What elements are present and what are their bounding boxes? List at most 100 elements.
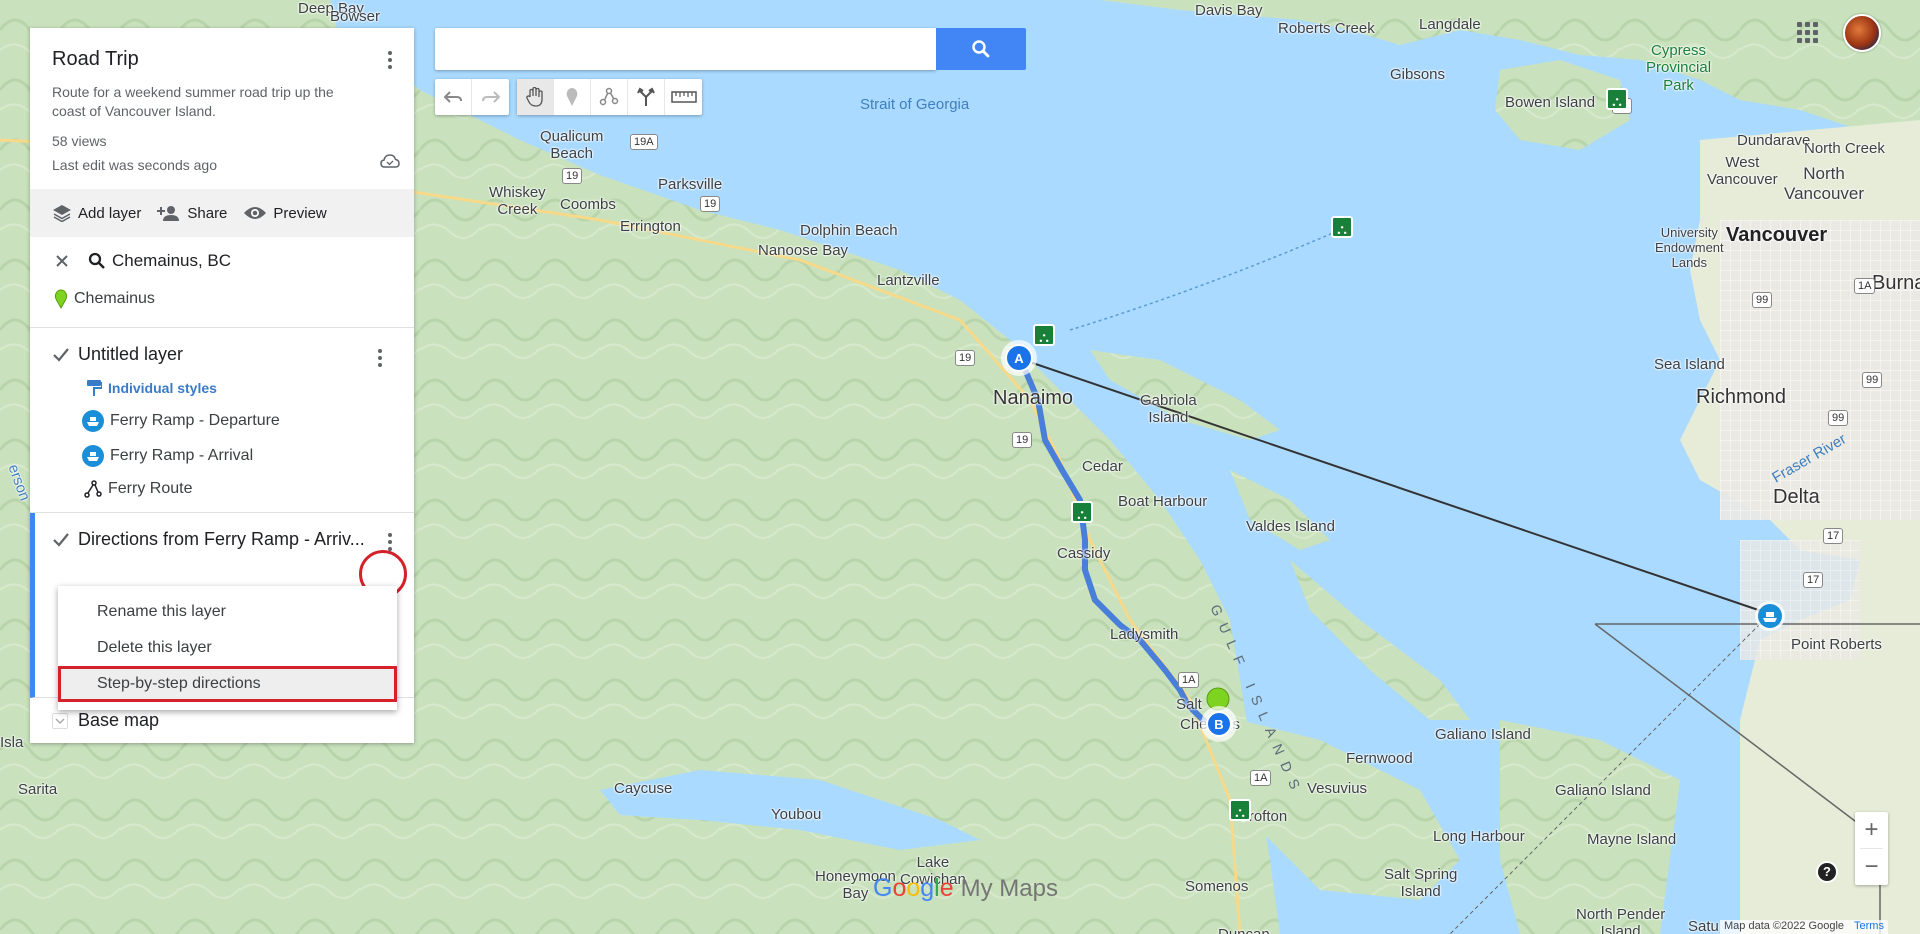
map-search-input[interactable]	[435, 28, 936, 70]
map-label: Fernwood	[1346, 750, 1413, 767]
route-marker-b-icon[interactable]: B	[1199, 686, 1239, 746]
line-route-icon	[84, 480, 102, 498]
map-label: Burna	[1872, 272, 1920, 294]
search-icon	[88, 252, 105, 269]
draw-line-button[interactable]	[591, 79, 628, 115]
map-data-attribution: Map data ©2022 Google	[1724, 920, 1845, 932]
map-label: North Creek	[1804, 140, 1885, 157]
feature-label: Ferry Route	[108, 480, 193, 497]
map-label: Boat Harbour	[1118, 493, 1208, 510]
zoom-controls: + −	[1855, 812, 1888, 885]
map-title[interactable]: Road Trip	[52, 48, 392, 71]
map-label: Sarita	[18, 781, 58, 798]
layer-name[interactable]: Directions from Ferry Ramp - Arriv...	[78, 529, 365, 550]
add-marker-button[interactable]	[554, 79, 591, 115]
checkmark-icon	[53, 532, 69, 547]
google-apps-icon[interactable]	[1795, 20, 1819, 44]
map-header: Road Trip Route for a weekend summer roa…	[30, 28, 414, 189]
highway-shield: 99	[1752, 292, 1773, 308]
measure-button[interactable]	[665, 79, 702, 115]
feature-item[interactable]: Ferry Route	[84, 480, 392, 498]
zoom-in-button[interactable]: +	[1855, 812, 1888, 848]
search-query-text: Chemainus, BC	[112, 251, 232, 270]
highway-shield: 1A	[1250, 770, 1272, 786]
map-toolbar	[435, 79, 710, 115]
close-icon[interactable]	[54, 253, 70, 269]
undo-button[interactable]	[435, 79, 472, 115]
map-views-count: 58 views	[52, 133, 107, 149]
map-label: Galiano Island	[1555, 782, 1651, 799]
add-layer-button[interactable]: Add layer	[52, 204, 141, 222]
draw-line-icon	[599, 87, 619, 106]
zoom-out-button[interactable]: −	[1855, 849, 1888, 885]
map-label: Salt Spring Island	[1384, 866, 1458, 901]
search-icon	[972, 40, 990, 58]
map-label: Gibsons	[1390, 66, 1446, 83]
layer-options-menu-button[interactable]	[368, 346, 392, 370]
action-bar: Add layer Share Preview	[30, 189, 414, 237]
account-avatar[interactable]	[1843, 14, 1881, 52]
add-directions-button[interactable]	[628, 79, 665, 115]
map-options-menu-button[interactable]	[378, 48, 402, 72]
layer-visibility-checkbox[interactable]	[52, 346, 70, 364]
feature-item[interactable]: Ferry Ramp - Departure	[82, 410, 392, 432]
highway-shield: 19A	[630, 134, 658, 150]
feature-item[interactable]: Ferry Ramp - Arrival	[82, 445, 392, 467]
select-hand-button[interactable]	[517, 79, 554, 115]
redo-button[interactable]	[472, 79, 509, 115]
help-button[interactable]: ?	[1816, 861, 1838, 883]
search-result-section: Chemainus, BC Chemainus	[30, 237, 414, 328]
map-label: Caycuse	[614, 780, 673, 797]
map-label: Satu	[1688, 918, 1719, 934]
highway-shield: 99	[1828, 410, 1849, 426]
ruler-icon	[670, 91, 697, 103]
tool-group	[517, 79, 702, 115]
layer-visibility-checkbox[interactable]	[52, 531, 70, 549]
map-label: Bowser	[330, 8, 381, 25]
map-label: Davis Bay	[1195, 2, 1263, 19]
highway-shield: 1A	[1178, 672, 1200, 688]
rename-layer-menu-item[interactable]: Rename this layer	[58, 594, 397, 630]
map-label: Isla	[0, 734, 24, 751]
my-maps-label: My Maps	[960, 875, 1058, 902]
layer-options-menu-button[interactable]	[378, 530, 402, 554]
individual-styles-link[interactable]: Individual styles	[86, 379, 392, 397]
map-label: Valdes Island	[1246, 518, 1335, 535]
map-label: Gabriola Island	[1140, 392, 1197, 427]
layer-name[interactable]: Untitled layer	[78, 344, 183, 365]
last-edit-status: Last edit was seconds ago	[52, 157, 217, 173]
redo-icon	[481, 91, 500, 103]
highway-shield: 1A	[1854, 278, 1876, 294]
map-label: Nanoose Bay	[758, 242, 849, 259]
terms-link[interactable]: Terms	[1854, 920, 1884, 934]
route-marker-a-icon[interactable]: A	[999, 338, 1039, 378]
highway-shield: 17	[1823, 528, 1844, 544]
preview-button[interactable]: Preview	[243, 204, 327, 222]
chevron-down-icon[interactable]	[52, 712, 68, 729]
share-button[interactable]: Share	[157, 205, 227, 222]
highway-shield: 19	[700, 196, 721, 212]
base-map-label: Base map	[78, 710, 160, 730]
paint-roller-icon	[87, 380, 102, 396]
map-label: Nanaimo	[993, 387, 1074, 409]
delete-layer-menu-item[interactable]: Delete this layer	[58, 630, 397, 666]
map-label: Lantzville	[877, 272, 940, 289]
ferry-ramp-arrival-marker-icon[interactable]	[1754, 600, 1786, 632]
map-label: North Pender Island	[1576, 906, 1666, 934]
step-by-step-directions-menu-item[interactable]: Step-by-step directions	[58, 666, 397, 702]
ferry-icon	[82, 445, 104, 467]
help-icon: ?	[1818, 863, 1836, 881]
map-search-box[interactable]	[435, 28, 936, 70]
highway-shield: 19	[1012, 432, 1033, 448]
search-button[interactable]	[936, 28, 1026, 70]
undo-icon	[444, 91, 462, 103]
search-result-place[interactable]: Chemainus	[54, 289, 392, 309]
svg-text:B: B	[1214, 717, 1223, 732]
map-label: Errington	[620, 218, 681, 235]
search-result-header: Chemainus, BC	[52, 251, 392, 271]
map-description[interactable]: Route for a weekend summer road trip up …	[52, 83, 352, 121]
feature-label: Ferry Ramp - Arrival	[110, 447, 254, 464]
cloud-saved-icon	[380, 154, 400, 168]
park-marker-icon: ⛬	[1071, 501, 1093, 523]
preview-label: Preview	[273, 204, 327, 222]
